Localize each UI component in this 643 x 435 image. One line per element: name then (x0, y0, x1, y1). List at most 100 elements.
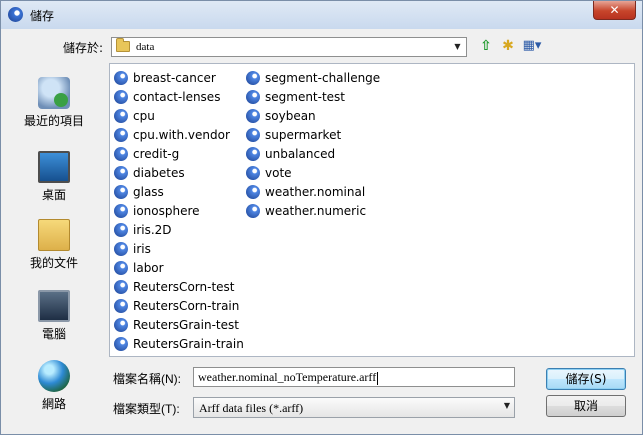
filetype-select[interactable]: Arff data files (*.arff) ▼ (193, 397, 515, 418)
weka-file-icon (246, 146, 260, 161)
list-item[interactable]: glass (114, 182, 244, 201)
list-item[interactable]: iris (114, 239, 244, 258)
file-name: contact-lenses (133, 89, 221, 104)
save-button[interactable]: 儲存(S) (546, 368, 626, 390)
weka-file-icon (114, 222, 128, 237)
place-label: 最近的項目 (23, 114, 84, 128)
chevron-down-icon[interactable]: ▼ (504, 401, 510, 410)
list-item[interactable]: credit-g (114, 144, 244, 163)
place-label: 桌面 (41, 188, 66, 202)
file-name: credit-g (133, 146, 180, 161)
filetype-label: 檔案類型(T): (113, 402, 180, 416)
file-name: glass (133, 184, 164, 199)
file-name: ReutersGrain-test (133, 317, 239, 332)
list-item[interactable]: ReutersCorn-test (114, 277, 244, 296)
list-item[interactable]: segment-challenge (246, 68, 380, 87)
weka-file-icon (246, 89, 260, 104)
weka-file-icon (114, 108, 128, 123)
place-computer[interactable]: 電腦 (5, 290, 103, 342)
list-item[interactable]: cpu (114, 106, 244, 125)
list-item[interactable]: ionosphere (114, 201, 244, 220)
list-item[interactable]: unbalanced (246, 144, 380, 163)
weka-file-icon (246, 70, 260, 85)
filename-value: weather.nominal_noTemperature.arff (198, 370, 377, 384)
java-app-icon (8, 7, 23, 22)
place-label: 網路 (41, 397, 66, 411)
file-name: iris (133, 241, 151, 256)
weka-file-icon (246, 127, 260, 142)
list-item[interactable]: breast-cancer (114, 68, 244, 87)
list-item[interactable]: supermarket (246, 125, 380, 144)
desktop-icon (38, 151, 70, 183)
file-name: cpu (133, 108, 155, 123)
list-item[interactable]: cpu.with.vendor (114, 125, 244, 144)
list-item[interactable]: iris.2D (114, 220, 244, 239)
weka-file-icon (114, 241, 128, 256)
documents-icon (38, 219, 70, 251)
file-name: vote (265, 165, 292, 180)
folder-icon (116, 38, 130, 52)
file-name: ReutersCorn-train (133, 298, 240, 313)
weka-file-icon (246, 203, 260, 218)
location-combobox[interactable]: data ▼ (111, 37, 467, 57)
filetype-value: Arff data files (*.arff) (199, 401, 304, 415)
weka-file-icon (114, 127, 128, 142)
title-bar[interactable]: 儲存 ✕ (1, 1, 642, 29)
list-item[interactable]: segment-test (246, 87, 380, 106)
file-column: breast-cancer contact-lenses cpu cpu.wit… (114, 68, 244, 353)
file-name: unbalanced (265, 146, 336, 161)
cancel-button[interactable]: 取消 (546, 395, 626, 417)
file-name: weather.nominal (265, 184, 366, 199)
view-menu-icon[interactable]: ▦▾ (520, 38, 544, 54)
file-name: weather.numeric (265, 203, 367, 218)
weka-file-icon (114, 70, 128, 85)
place-recent-items[interactable]: 最近的項目 (5, 77, 103, 129)
filename-input[interactable]: weather.nominal_noTemperature.arff (193, 367, 515, 387)
place-label: 我的文件 (29, 256, 78, 270)
list-item[interactable]: vote (246, 163, 380, 182)
list-item[interactable]: ReutersCorn-train (114, 296, 244, 315)
weka-file-icon (114, 165, 128, 180)
save-dialog: 儲存 ✕ 儲存於: data ▼ ⇧ ✱ ▦▾ 最近的項目 桌面 我的文件 電腦… (0, 0, 643, 435)
place-desktop[interactable]: 桌面 (5, 151, 103, 203)
close-button[interactable]: ✕ (593, 1, 636, 20)
file-name: breast-cancer (133, 70, 216, 85)
file-name: ReutersCorn-test (133, 279, 235, 294)
chevron-down-icon[interactable]: ▼ (449, 38, 466, 56)
weka-file-icon (114, 146, 128, 161)
file-name: ReutersGrain-train (133, 336, 244, 351)
places-bar: 最近的項目 桌面 我的文件 電腦 網路 (5, 63, 103, 415)
network-icon (38, 360, 70, 392)
list-item[interactable]: diabetes (114, 163, 244, 182)
list-item[interactable]: weather.nominal (246, 182, 380, 201)
location-value: data (136, 41, 155, 53)
file-list[interactable]: breast-cancer contact-lenses cpu cpu.wit… (109, 63, 635, 357)
file-name: supermarket (265, 127, 342, 142)
save-in-label: 儲存於: (63, 41, 104, 55)
weka-file-icon (114, 184, 128, 199)
computer-icon (38, 290, 70, 322)
weka-file-icon (246, 184, 260, 199)
list-item[interactable]: ReutersGrain-test (114, 315, 244, 334)
weka-file-icon (114, 336, 128, 351)
window-title: 儲存 (30, 9, 55, 23)
file-name: iris.2D (133, 222, 172, 237)
text-caret (377, 371, 379, 385)
list-item[interactable]: ReutersGrain-train (114, 334, 244, 353)
list-item[interactable]: weather.numeric (246, 201, 380, 220)
weka-file-icon (114, 89, 128, 104)
weka-file-icon (114, 317, 128, 332)
file-name: soybean (265, 108, 316, 123)
file-name: segment-test (265, 89, 346, 104)
weka-file-icon (246, 165, 260, 180)
file-column: segment-challenge segment-test soybean s… (246, 68, 380, 220)
place-documents[interactable]: 我的文件 (5, 219, 103, 271)
list-item[interactable]: soybean (246, 106, 380, 125)
place-label: 電腦 (41, 327, 66, 341)
up-folder-icon[interactable]: ⇧ (478, 38, 494, 54)
weka-file-icon (114, 298, 128, 313)
new-folder-icon[interactable]: ✱ (500, 38, 516, 54)
place-network[interactable]: 網路 (5, 360, 103, 412)
list-item[interactable]: contact-lenses (114, 87, 244, 106)
list-item[interactable]: labor (114, 258, 244, 277)
